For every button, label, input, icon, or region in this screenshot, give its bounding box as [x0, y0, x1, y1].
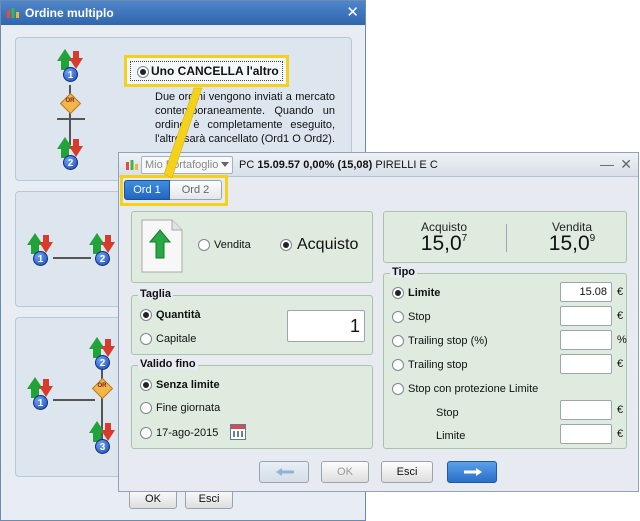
arrow-right-icon — [464, 468, 482, 476]
stop-limit-stop-input[interactable] — [560, 400, 612, 420]
no-limit-radio[interactable] — [140, 379, 152, 391]
arrow-left-icon — [276, 468, 294, 476]
stop-radio[interactable] — [392, 311, 404, 323]
date-label: 17-ago-2015 — [156, 427, 219, 439]
ticker-info: PC 15.09.57 0,00% (15,08) PIRELLI E C — [239, 153, 438, 177]
side-panel: Vendita Acquisto — [131, 211, 373, 283]
order-number: 2 — [63, 155, 78, 170]
ticker-code: PC — [239, 159, 255, 171]
connector-line — [57, 118, 85, 120]
exit-button[interactable]: Esci — [185, 489, 233, 509]
oco-option[interactable]: Uno CANCELLA l'altro — [130, 61, 283, 81]
capital-label: Capitale — [156, 333, 197, 345]
sell-label: Vendita — [214, 239, 251, 251]
exit-button[interactable]: Esci — [381, 461, 433, 483]
order-up-down-icon: 3 — [89, 421, 117, 457]
app-chart-icon — [7, 8, 19, 18]
prices-panel: Acquisto 15,07 Vendita 15,09 — [383, 211, 627, 263]
order-up-down-icon: 2 — [89, 337, 117, 373]
order-number: 1 — [33, 251, 48, 266]
chevron-down-icon — [221, 162, 229, 167]
order-up-down-icon: 1 — [27, 233, 55, 269]
order-up-down-icon: 1 — [27, 377, 55, 413]
end-of-day-radio[interactable] — [140, 402, 152, 414]
trailing-stop-unit: € — [617, 358, 624, 370]
order-number: 1 — [63, 67, 78, 82]
ticker-name: PIRELLI E C — [375, 159, 438, 171]
callout-pointer — [163, 87, 203, 179]
oco-radio[interactable] — [137, 66, 149, 78]
next-button[interactable] — [447, 461, 497, 483]
size-panel: Taglia Quantità Capitale 1 — [131, 288, 373, 355]
app-chart-icon — [126, 160, 138, 170]
tab-order-1[interactable]: Ord 1 — [124, 180, 170, 200]
capital-radio[interactable] — [140, 333, 152, 345]
buy-radio[interactable] — [280, 239, 292, 251]
ticker-change: 0,00% (15,08) — [303, 159, 373, 171]
order-type-title: Tipo — [390, 266, 418, 278]
back-button[interactable] — [259, 461, 309, 483]
connector-line — [53, 257, 91, 259]
close-button[interactable]: ✕ — [620, 155, 632, 173]
bid-value: 15,07 — [420, 232, 468, 255]
ok-button[interactable]: OK — [321, 461, 369, 483]
order-number: 1 — [33, 395, 48, 410]
trailing-stop-pct-unit: % — [617, 334, 627, 346]
window-title-bar: Ordine multiplo ✕ — [1, 1, 365, 25]
trailing-stop-input[interactable] — [560, 354, 612, 374]
oco-option-label: Uno CANCELLA l'altro — [151, 64, 279, 78]
calendar-icon[interactable] — [230, 424, 246, 440]
window-title: Ordine multiplo — [25, 6, 114, 20]
limit-price-input[interactable]: 15.08 — [560, 282, 612, 302]
stop-label: Stop — [408, 311, 431, 323]
document-buy-icon — [141, 219, 183, 273]
stop-limit-stop-label: Stop — [436, 407, 459, 419]
close-button[interactable]: ✕ — [346, 2, 359, 24]
date-radio[interactable] — [140, 427, 152, 439]
order-up-down-icon: 2 — [89, 233, 117, 269]
buy-label: Acquisto — [297, 236, 359, 253]
validity-panel: Valido fino Senza limite Fine giornata 1… — [131, 358, 373, 449]
trailing-stop-pct-input[interactable] — [560, 330, 612, 350]
order-number: 2 — [95, 355, 110, 370]
ask-value: 15,09 — [548, 232, 596, 255]
order-up-down-icon: 1 — [57, 49, 85, 85]
limit-unit: € — [617, 286, 624, 298]
order-number: 3 — [95, 439, 110, 454]
end-of-day-label: Fine giornata — [156, 402, 221, 414]
stop-limit-limit-label: Limite — [436, 430, 466, 442]
order-number: 2 — [95, 251, 110, 266]
connector-line — [53, 399, 95, 401]
minimize-button[interactable]: — — [600, 155, 614, 173]
stop-price-input[interactable] — [560, 306, 612, 326]
ok-button[interactable]: OK — [129, 489, 177, 509]
stop-limit-limit-unit: € — [617, 428, 624, 440]
stop-limit-label: Stop con protezione Limite — [408, 383, 539, 395]
no-limit-label: Senza limite — [156, 379, 220, 391]
price-divider — [506, 224, 507, 252]
limit-radio[interactable] — [392, 287, 404, 299]
quantity-radio[interactable] — [140, 309, 152, 321]
stop-unit: € — [617, 310, 624, 322]
trailing-stop-pct-radio[interactable] — [392, 335, 404, 347]
stop-limit-limit-input[interactable] — [560, 424, 612, 444]
trailing-stop-pct-label: Trailing stop (%) — [408, 335, 488, 347]
order-type-panel: Tipo Limite 15.08 € Stop € Trailing stop… — [383, 266, 627, 449]
validity-title: Valido fino — [138, 358, 198, 370]
quantity-label: Quantità — [156, 309, 201, 321]
stop-limit-stop-unit: € — [617, 404, 624, 416]
trailing-stop-label: Trailing stop — [408, 359, 468, 371]
highlight-callout: Uno CANCELLA l'altro — [124, 55, 289, 87]
size-input[interactable]: 1 — [287, 310, 365, 342]
order-up-down-icon: 2 — [57, 137, 85, 173]
or-diamond-icon: OR — [93, 379, 111, 397]
stop-limit-radio[interactable] — [392, 383, 404, 395]
tab-order-2[interactable]: Ord 2 — [170, 180, 222, 200]
sell-radio[interactable] — [198, 239, 210, 251]
size-title: Taglia — [138, 288, 173, 300]
ticker-time: 15.09.57 — [257, 159, 301, 171]
trailing-stop-radio[interactable] — [392, 359, 404, 371]
limit-label: Limite — [408, 287, 441, 299]
or-diamond-icon: OR — [61, 94, 79, 112]
